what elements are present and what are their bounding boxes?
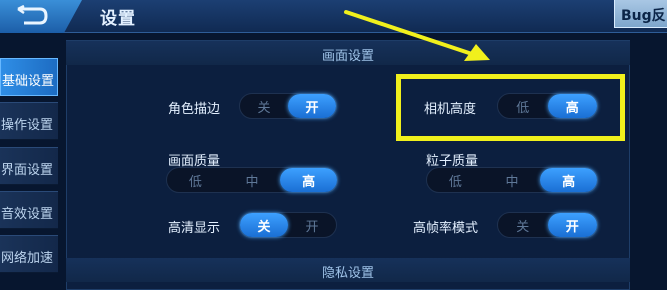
particle-quality-option-high[interactable]: 高 — [540, 168, 598, 192]
hd-display-label: 高清显示 — [168, 221, 221, 236]
high-fps-mode-toggle[interactable]: 关 开 — [497, 212, 598, 238]
picture-quality-selector[interactable]: 低 中 高 — [166, 167, 338, 193]
particle-quality-selector[interactable]: 低 中 高 — [426, 167, 598, 193]
hd-display-option-on[interactable]: 开 — [288, 213, 336, 237]
sidebar: 基础设置 操作设置 界面设置 音效设置 网络加速 — [0, 38, 58, 290]
sidebar-item-control-settings[interactable]: 操作设置 — [0, 102, 58, 140]
high-fps-mode-option-on[interactable]: 开 — [547, 213, 597, 237]
high-fps-mode-option-off[interactable]: 关 — [498, 213, 548, 237]
picture-quality-option-low[interactable]: 低 — [167, 168, 224, 192]
sidebar-item-sound-settings[interactable]: 音效设置 — [0, 191, 58, 229]
page-title: 设置 — [100, 9, 136, 29]
character-outline-option-on[interactable]: 开 — [288, 94, 336, 118]
sidebar-item-interface-settings[interactable]: 界面设置 — [0, 147, 58, 185]
back-button[interactable] — [0, 0, 82, 33]
back-arrow-icon — [17, 5, 48, 25]
pointer-arrow-icon — [344, 10, 490, 61]
top-bar: 设置 Bug反 — [0, 0, 667, 33]
particle-quality-option-low[interactable]: 低 — [427, 168, 484, 192]
hd-display-toggle[interactable]: 关 开 — [239, 212, 337, 238]
sidebar-item-basic-settings[interactable]: 基础设置 — [0, 58, 58, 96]
hd-display-option-off[interactable]: 关 — [240, 213, 288, 237]
picture-quality-option-high[interactable]: 高 — [280, 168, 338, 192]
character-outline-option-off[interactable]: 关 — [240, 94, 288, 118]
character-outline-label: 角色描边 — [168, 102, 221, 117]
picture-quality-option-medium[interactable]: 中 — [224, 168, 281, 192]
annotation-highlight-box — [396, 74, 625, 141]
section-header-privacy: 隐私设置 — [66, 258, 630, 282]
sidebar-item-network-acceleration[interactable]: 网络加速 — [0, 235, 58, 273]
particle-quality-option-medium[interactable]: 中 — [484, 168, 541, 192]
bug-feedback-button[interactable]: Bug反 — [614, 0, 667, 28]
high-fps-mode-label: 高帧率模式 — [413, 221, 479, 236]
character-outline-toggle[interactable]: 关 开 — [239, 93, 337, 119]
